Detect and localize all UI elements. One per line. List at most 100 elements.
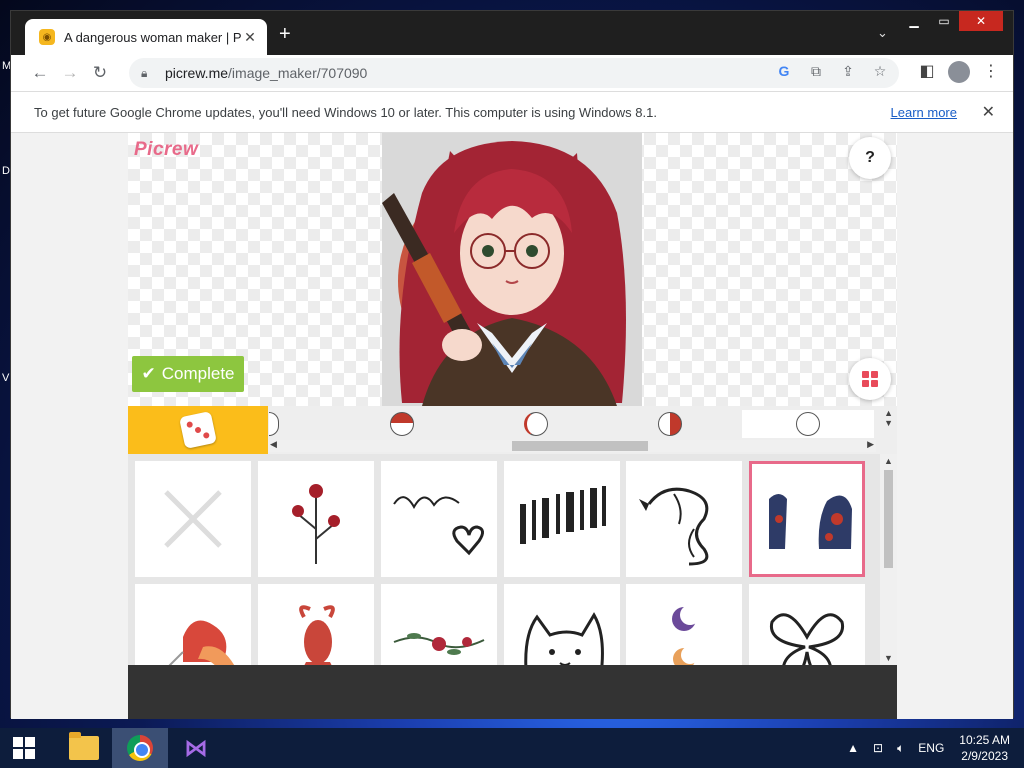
items-scrollbar-thumb[interactable] (884, 470, 893, 568)
windows-taskbar: ⋈ ▲ ⊡ 🔈︎ ENG 10:25 AM 2/9/2023 (0, 728, 1024, 768)
grid-icon (862, 371, 878, 387)
part-tab-hair[interactable] (336, 410, 468, 438)
network-icon[interactable]: ⊡ (866, 741, 890, 755)
item-rose-tattoo[interactable] (258, 461, 374, 577)
bookmark-star-icon[interactable]: ☆ (867, 63, 893, 80)
browser-window: ◉ A dangerous woman maker | Picrew ✕ + ⌄… (10, 10, 1014, 719)
menu-kebab-icon[interactable]: ⋮ (979, 61, 1003, 88)
items-vertical-scrollbar[interactable]: ▲ ▼ (880, 454, 897, 665)
taskbar-chrome[interactable] (112, 728, 168, 768)
clock-time: 10:25 AM (959, 733, 1010, 747)
layout-grid-button[interactable] (849, 358, 891, 400)
clock[interactable]: 10:25 AM 2/9/2023 (951, 732, 1024, 764)
scrollbar-thumb[interactable] (512, 441, 648, 451)
learn-more-link[interactable]: Learn more (891, 105, 957, 120)
item-heart-rainbow-tattoo[interactable] (135, 584, 251, 665)
back-arrow-icon[interactable]: ← (25, 63, 55, 83)
long-hair-part-icon (658, 412, 682, 436)
complete-button[interactable]: ✔ Complete (132, 356, 244, 392)
profile-avatar[interactable] (947, 61, 971, 88)
tab-search-chevron-icon[interactable]: ⌄ (877, 25, 888, 41)
scroll-up-icon[interactable]: ▲ (884, 456, 893, 466)
infobar-message: To get future Google Chrome updates, you… (34, 104, 657, 120)
side-panel-icon[interactable]: ◧ (915, 61, 939, 88)
close-tab-icon[interactable]: ✕ (241, 29, 259, 46)
item-moon-tattoo[interactable] (626, 584, 742, 665)
browser-toolbar: ← → ↻ 🔒︎ picrew.me/image_maker/707090 G … (11, 55, 1013, 91)
item-script-heart-tattoo[interactable] (381, 461, 497, 577)
item-cat-tattoo[interactable] (504, 584, 620, 665)
share-icon[interactable]: ⇪ (835, 63, 861, 80)
randomize-dice-button[interactable] (128, 406, 268, 454)
complete-label: Complete (161, 364, 235, 383)
lock-icon: 🔒︎ (141, 65, 148, 80)
tab-picrew[interactable]: ◉ A dangerous woman maker | Picrew ✕ (25, 19, 267, 55)
scroll-left-icon[interactable]: ◀ (270, 439, 277, 450)
item-dragon-tattoo[interactable] (626, 461, 742, 577)
infobar-close-icon[interactable]: ✕ (982, 102, 995, 122)
tabs-horizontal-scrollbar[interactable]: ◀ ▶ (268, 439, 876, 452)
character-illustration (382, 133, 642, 406)
item-vine-flower-tattoo[interactable] (381, 584, 497, 665)
item-goldfish-tattoo[interactable] (258, 584, 374, 665)
part-tab-side-hair[interactable] (470, 410, 602, 438)
scroll-down-icon[interactable]: ▼ (884, 653, 893, 663)
tray-chevron-icon[interactable]: ▲ (840, 741, 866, 755)
bottom-bar (128, 665, 897, 719)
address-bar[interactable]: 🔒︎ picrew.me/image_maker/707090 G ⧉ ⇪ ☆ (129, 58, 899, 88)
window-controls: ▁ ▭ ✕ (899, 11, 1003, 31)
character-portrait (382, 133, 642, 406)
scroll-right-icon[interactable]: ▶ (867, 439, 874, 450)
google-lens-icon[interactable]: G (771, 63, 797, 80)
hair-part-icon (390, 412, 414, 436)
maximize-icon[interactable]: ▭ (929, 11, 959, 31)
windows-logo-icon (13, 737, 35, 759)
url-path: /image_maker/707090 (228, 65, 368, 81)
volume-icon[interactable]: 🔈︎ (890, 741, 911, 756)
taskbar-file-explorer[interactable] (56, 728, 112, 768)
butterfly-icon (769, 613, 845, 665)
dice-icon (179, 411, 217, 449)
item-none[interactable] (135, 461, 251, 577)
rose-icon (292, 484, 340, 564)
goldfish-icon (299, 605, 335, 665)
taskbar-visual-studio[interactable]: ⋈ (168, 728, 224, 768)
part-tab-prev[interactable] (268, 410, 280, 438)
item-barcode-tattoo[interactable] (504, 461, 620, 577)
heart-rainbow-icon (168, 620, 235, 665)
preview-stage: Picrew ? ✔ Complete (128, 133, 897, 406)
picrew-logo[interactable]: Picrew (134, 139, 198, 161)
desktop-edge-letter: D (2, 165, 10, 177)
tattoo-part-icon (796, 412, 820, 436)
item-butterfly-tattoo[interactable] (749, 584, 865, 665)
language-indicator[interactable]: ENG (911, 741, 951, 755)
forward-arrow-icon[interactable]: → (55, 63, 85, 83)
clock-date: 2/9/2023 (961, 749, 1008, 763)
side-hair-part-icon (524, 412, 548, 436)
minimize-icon[interactable]: ▁ (899, 11, 929, 31)
reload-icon[interactable]: ↻ (85, 63, 115, 83)
start-button[interactable] (0, 728, 48, 768)
part-tab-tattoo[interactable] (742, 410, 874, 438)
item-grid (128, 454, 880, 665)
item-sleeve-tattoo[interactable] (749, 461, 865, 577)
vine-flower-icon (393, 633, 485, 655)
chrome-icon (127, 735, 153, 761)
sleeve-icon (769, 494, 852, 549)
page-content: Picrew ? ✔ Complete ▲ ▼ ◀ ▶ ▲ ▼ (11, 133, 1013, 719)
part-tab-long-hair[interactable] (604, 410, 736, 438)
translate-icon[interactable]: ⧉ (803, 63, 829, 80)
tab-strip: ◉ A dangerous woman maker | Picrew ✕ + ⌄… (11, 11, 1013, 55)
system-tray: ▲ ⊡ 🔈︎ ENG 10:25 AM 2/9/2023 (840, 728, 1024, 768)
new-tab-icon[interactable]: + (279, 23, 291, 46)
help-button[interactable]: ? (849, 137, 891, 179)
tabs-scroll-arrows[interactable]: ▲ ▼ (884, 408, 893, 428)
visual-studio-icon: ⋈ (184, 734, 208, 762)
window-close-icon[interactable]: ✕ (959, 11, 1003, 31)
tab-title: A dangerous woman maker | Picrew (64, 29, 241, 45)
none-x-icon (164, 490, 222, 548)
picrew-favicon-icon: ◉ (39, 29, 55, 45)
moon-icon (672, 605, 700, 665)
script-heart-icon (393, 496, 484, 556)
picrew-maker: Picrew ? ✔ Complete ▲ ▼ ◀ ▶ ▲ ▼ (128, 133, 897, 719)
